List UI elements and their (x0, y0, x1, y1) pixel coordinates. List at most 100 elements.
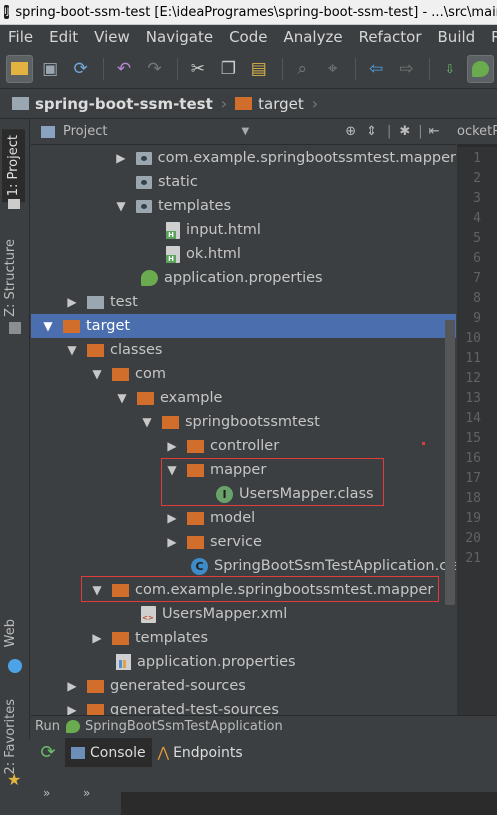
tree-row[interactable]: static (31, 170, 456, 194)
tree-row[interactable]: ok.html (31, 242, 456, 266)
build-icon[interactable]: ⇩ (436, 55, 463, 83)
tree-row[interactable]: ▶ service (31, 530, 456, 554)
editor-area: ocketPi 1 2 3 4 5 6 7 8 9 10 11 12 13 14… (457, 119, 497, 717)
tree-row[interactable]: application.properties (31, 266, 456, 290)
replace-icon[interactable]: ⌖ (319, 55, 346, 83)
menu-view[interactable]: View (86, 28, 138, 46)
save-icon[interactable]: ▣ (36, 55, 63, 83)
chevron-right-icon: › (220, 94, 228, 113)
expand-more-icon[interactable]: » (83, 786, 90, 800)
expand-arrow-icon[interactable]: ▶ (65, 679, 79, 693)
collapse-arrow-icon[interactable]: ▼ (115, 391, 129, 405)
tree-row[interactable]: ▶ test (31, 290, 456, 314)
expand-arrow-icon[interactable]: ▶ (90, 631, 104, 645)
run-config-name[interactable]: SpringBootSsmTestApplication (85, 719, 283, 734)
breadcrumb-target[interactable]: target (258, 95, 304, 113)
project-view-icon (41, 125, 55, 138)
tree-row-selected[interactable]: ▼ target (31, 314, 456, 338)
expand-arrow-icon[interactable]: ▶ (65, 295, 79, 309)
tab-favorites[interactable]: 2: Favorites (3, 699, 18, 775)
expand-arrow-icon[interactable]: ▶ (114, 151, 128, 165)
tree-row[interactable]: ▼ classes (31, 338, 456, 362)
tree-row[interactable]: ▼ springbootssmtest (31, 410, 456, 434)
collapse-arrow-icon[interactable]: ▼ (140, 415, 154, 429)
spring-icon (65, 720, 80, 733)
line-number: 12 (465, 371, 481, 386)
expand-more-icon[interactable]: » (43, 786, 50, 800)
collapse-arrow-icon[interactable]: ▼ (41, 319, 55, 333)
collapse-arrow-icon[interactable]: ▼ (65, 343, 79, 357)
expand-arrow-icon[interactable]: ▶ (65, 703, 79, 715)
gear-icon[interactable]: ✱ (399, 124, 410, 139)
hide-panel-icon[interactable]: ⇤ (429, 124, 440, 139)
main-toolbar: ▣ ⟳ ↶ ↷ ✂ ❐ ▤ ⌕ ⌖ ⇦ ⇨ ⇩ (0, 49, 497, 89)
rerun-icon[interactable]: ⟳ (31, 742, 65, 763)
editor-tab[interactable]: ocketPi (457, 119, 497, 145)
run-config-icon[interactable] (466, 54, 495, 83)
tree-row-label: SpringBootSsmTestApplication.class (214, 558, 456, 574)
menu-file[interactable]: File (0, 28, 41, 46)
copy-icon[interactable]: ❐ (215, 55, 242, 83)
web-tab-icon (8, 659, 22, 673)
tree-scrollbar[interactable] (445, 320, 455, 605)
tree-row[interactable]: ▶ com.example.springbootssmtest.mapper (31, 146, 456, 170)
folder-icon (63, 319, 80, 333)
tree-row[interactable]: ▶ templates (31, 626, 456, 650)
expand-arrow-icon[interactable]: ▶ (165, 511, 179, 525)
folder-icon (112, 631, 129, 645)
tree-row[interactable]: UsersMapper.xml (31, 602, 456, 626)
tab-endpoints[interactable]: ⋀ Endpoints (152, 738, 249, 767)
tree-row[interactable]: input.html (31, 218, 456, 242)
undo-icon[interactable]: ↶ (110, 55, 137, 83)
line-number: 11 (465, 351, 481, 366)
collapse-icon[interactable]: ⇕ (366, 124, 377, 139)
line-number: 17 (465, 471, 481, 486)
tree-row[interactable]: C SpringBootSsmTestApplication.class (31, 554, 456, 578)
spring-icon (471, 60, 489, 77)
expand-arrow-icon[interactable]: ▶ (165, 439, 179, 453)
tree-row-label: example (160, 390, 223, 406)
tree-row[interactable]: ▶ model (31, 506, 456, 530)
tree-row[interactable]: ▶ generated-test-sources (31, 698, 456, 715)
menu-refactor[interactable]: Refactor (351, 28, 430, 46)
view-dropdown-icon[interactable]: ▼ (241, 126, 249, 137)
collapse-arrow-icon[interactable]: ▼ (114, 199, 128, 213)
menu-code[interactable]: Code (221, 28, 275, 46)
tab-web[interactable]: Web (3, 619, 18, 647)
locate-icon[interactable]: ⊕ (345, 124, 356, 139)
tree-row[interactable]: application.properties (31, 650, 456, 674)
class-icon: C (191, 557, 208, 575)
chevron-right-icon: › (311, 94, 319, 113)
menu-navigate[interactable]: Navigate (138, 28, 221, 46)
paste-icon[interactable]: ▤ (245, 55, 272, 83)
sync-icon[interactable]: ⟳ (67, 55, 94, 83)
highlight-box-mapper-xml (81, 576, 439, 602)
star-icon[interactable]: ★ (7, 770, 21, 789)
console-output[interactable] (121, 792, 497, 815)
menu-edit[interactable]: Edit (41, 28, 86, 46)
tab-project[interactable]: 1: Project (2, 129, 25, 203)
tree-row-label: controller (210, 438, 280, 454)
back-icon[interactable]: ⇦ (362, 55, 389, 83)
find-icon[interactable]: ⌕ (288, 55, 315, 83)
tree-row[interactable]: ▼ example (31, 386, 456, 410)
expand-arrow-icon[interactable]: ▶ (165, 535, 179, 549)
tab-structure[interactable]: Z: Structure (3, 239, 18, 317)
tree-row[interactable]: ▶ generated-sources (31, 674, 456, 698)
collapse-arrow-icon[interactable]: ▼ (90, 367, 104, 381)
menu-build[interactable]: Build (430, 28, 484, 46)
tree-row[interactable]: ▼ templates (31, 194, 456, 218)
menu-run[interactable]: Run (483, 28, 497, 46)
panel-title[interactable]: Project (63, 124, 107, 139)
project-tab-icon (8, 199, 20, 209)
tree-row[interactable]: ▼ com (31, 362, 456, 386)
cut-icon[interactable]: ✂ (184, 55, 211, 83)
forward-icon[interactable]: ⇨ (393, 55, 420, 83)
redo-icon[interactable]: ↷ (141, 55, 168, 83)
open-folder-icon[interactable] (6, 54, 34, 83)
tab-console[interactable]: Console (65, 738, 152, 767)
tree-row[interactable]: ▶ controller (31, 434, 456, 458)
breadcrumb-project[interactable]: spring-boot-ssm-test (35, 95, 213, 113)
tree-row-label: target (86, 318, 131, 334)
menu-analyze[interactable]: Analyze (275, 28, 350, 46)
